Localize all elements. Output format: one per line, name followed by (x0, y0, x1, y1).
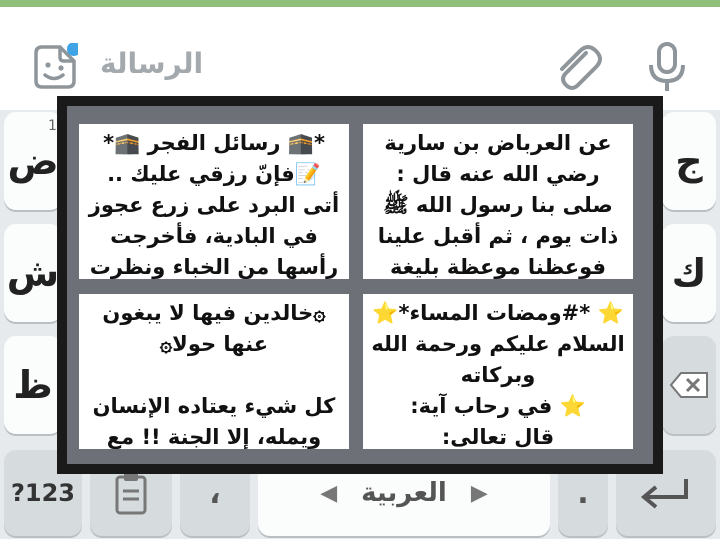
clipboard-panel: عن العرباض بن سارية رضي الله عنه قال : ص… (57, 96, 663, 474)
arrow-right-icon: ▶ (470, 480, 488, 506)
key-zah[interactable]: ظ (4, 336, 62, 434)
key-kaf[interactable]: ك (662, 224, 716, 322)
enter-icon (640, 479, 688, 509)
clipboard-icon (115, 473, 147, 515)
key-sheen[interactable]: ش (4, 224, 62, 322)
clip-item-3[interactable]: ⭐ *#ومضات المساء*⭐ السلام عليكم ورحمة ال… (363, 294, 633, 449)
sticker-icon[interactable] (30, 43, 78, 91)
top-accent-line (0, 0, 720, 7)
backspace-key[interactable] (662, 336, 716, 434)
key-jeem[interactable]: ج (662, 112, 716, 210)
backspace-icon (669, 372, 708, 398)
microphone-icon[interactable] (646, 41, 688, 93)
key-dad[interactable]: ض 1 (4, 112, 62, 210)
clip-item-1[interactable]: عن العرباض بن سارية رضي الله عنه قال : ص… (363, 124, 633, 279)
clipboard-grid: عن العرباض بن سارية رضي الله عنه قال : ص… (67, 106, 653, 464)
paperclip-icon[interactable] (552, 41, 602, 91)
message-input-bar: الرسالة (0, 7, 720, 110)
clip-item-2[interactable]: *🕋 رسائل الفجر 🕋* 📝فإنّ رزقي عليك .. أتى… (79, 124, 349, 279)
message-input[interactable]: الرسالة (100, 47, 210, 80)
arrow-left-icon: ◀ (320, 480, 338, 506)
clip-item-4[interactable]: ۞خالدين فيها لا يبغون عنها حولا۞ كل شيء … (79, 294, 349, 449)
